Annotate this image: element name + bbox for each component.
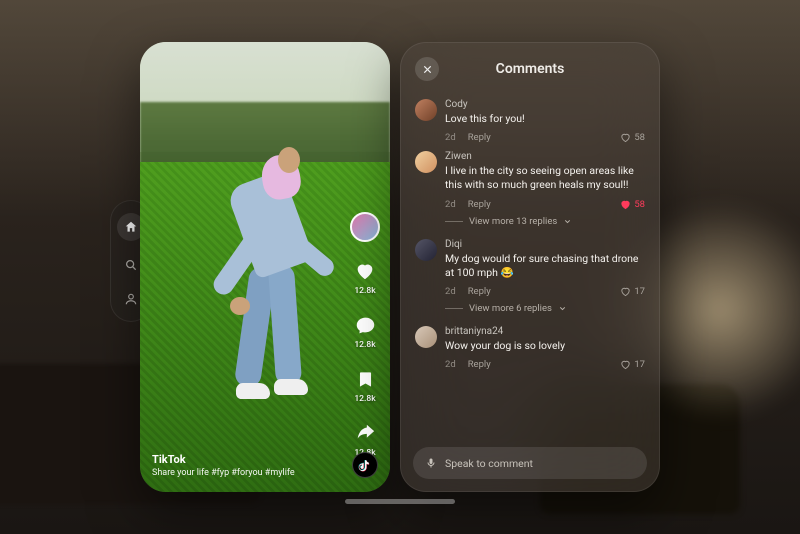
reply-button[interactable]: Reply [468,359,491,370]
comment-time: 2d [445,286,456,297]
view-more-replies[interactable]: View more 6 replies [445,303,645,314]
comment-like-button[interactable]: 58 [620,199,645,210]
comment-count: 12.8k [354,340,375,350]
comment-time: 2d [445,132,456,143]
comments-panel: Comments Cody Love this for you! 2d Repl… [400,42,660,492]
heart-icon [620,132,631,143]
heart-icon [620,199,631,210]
reply-button[interactable]: Reply [468,199,491,210]
comment-time: 2d [445,199,456,210]
comment-avatar[interactable] [415,99,437,121]
heart-icon [620,286,631,297]
comments-title: Comments [401,61,659,77]
share-icon [352,420,378,446]
comment-text: Wow your dog is so lovely [445,339,645,353]
comments-list[interactable]: Cody Love this for you! 2d Reply 58 Ziwe… [401,89,659,439]
video-brand: TikTok [152,453,295,466]
comment-item: Ziwen I live in the city so seeing open … [415,145,645,211]
comment-like-count: 17 [634,359,645,370]
avatar-icon [350,212,380,242]
heart-icon [352,258,378,284]
comment-like-button[interactable]: 17 [620,359,645,370]
microphone-icon [425,457,437,469]
nav-profile[interactable] [121,289,141,309]
comment-avatar[interactable] [415,239,437,261]
comment-time: 2d [445,359,456,370]
comment-like-button[interactable]: 17 [620,286,645,297]
comment-like-count: 58 [634,132,645,143]
home-icon [124,220,138,234]
author-avatar[interactable] [350,212,380,242]
close-icon [422,64,433,75]
comment-username[interactable]: Ziwen [445,151,645,162]
comment-username[interactable]: Diqi [445,239,645,250]
reply-button[interactable]: Reply [468,132,491,143]
bookmark-count: 12.8k [354,394,375,404]
heart-icon [620,359,631,370]
tiktok-logo[interactable] [352,452,378,478]
video-meta: TikTok Share your life #fyp #foryou #myl… [152,453,295,478]
bookmark-button[interactable]: 12.8k [352,366,378,404]
search-icon [124,258,138,272]
comment-like-count: 58 [634,199,645,210]
like-count: 12.8k [354,286,375,296]
comment-avatar[interactable] [415,326,437,348]
bookmark-icon [352,366,378,392]
comment-item: brittaniyna24 Wow your dog is so lovely … [415,320,645,372]
comment-icon [352,312,378,338]
nav-search[interactable] [121,255,141,275]
reply-button[interactable]: Reply [468,286,491,297]
close-button[interactable] [415,57,439,81]
video-subject [200,137,330,397]
comment-text: I live in the city so seeing open areas … [445,164,645,192]
video-action-rail: 12.8k 12.8k 12.8k [350,212,380,458]
comment-like-button[interactable]: 58 [620,132,645,143]
comment-like-count: 17 [634,286,645,297]
profile-icon [124,292,138,306]
comment-item: Diqi My dog would for sure chasing that … [415,233,645,299]
comment-button[interactable]: 12.8k [352,312,378,350]
comment-avatar[interactable] [415,151,437,173]
view-more-replies[interactable]: View more 13 replies [445,216,645,227]
chevron-down-icon [558,304,567,313]
video-panel[interactable]: 12.8k 12.8k 12.8k [140,42,390,492]
comment-text: Love this for you! [445,112,645,126]
like-button[interactable]: 12.8k [352,258,378,296]
comment-item: Cody Love this for you! 2d Reply 58 [415,93,645,145]
home-indicator[interactable] [345,499,455,504]
comment-input-placeholder: Speak to comment [445,457,533,470]
comment-username[interactable]: Cody [445,99,645,110]
comment-input[interactable]: Speak to comment [413,447,647,479]
comment-text: My dog would for sure chasing that drone… [445,252,645,280]
video-caption: Share your life #fyp #foryou #mylife [152,468,295,478]
comment-username[interactable]: brittaniyna24 [445,326,645,337]
chevron-down-icon [563,217,572,226]
